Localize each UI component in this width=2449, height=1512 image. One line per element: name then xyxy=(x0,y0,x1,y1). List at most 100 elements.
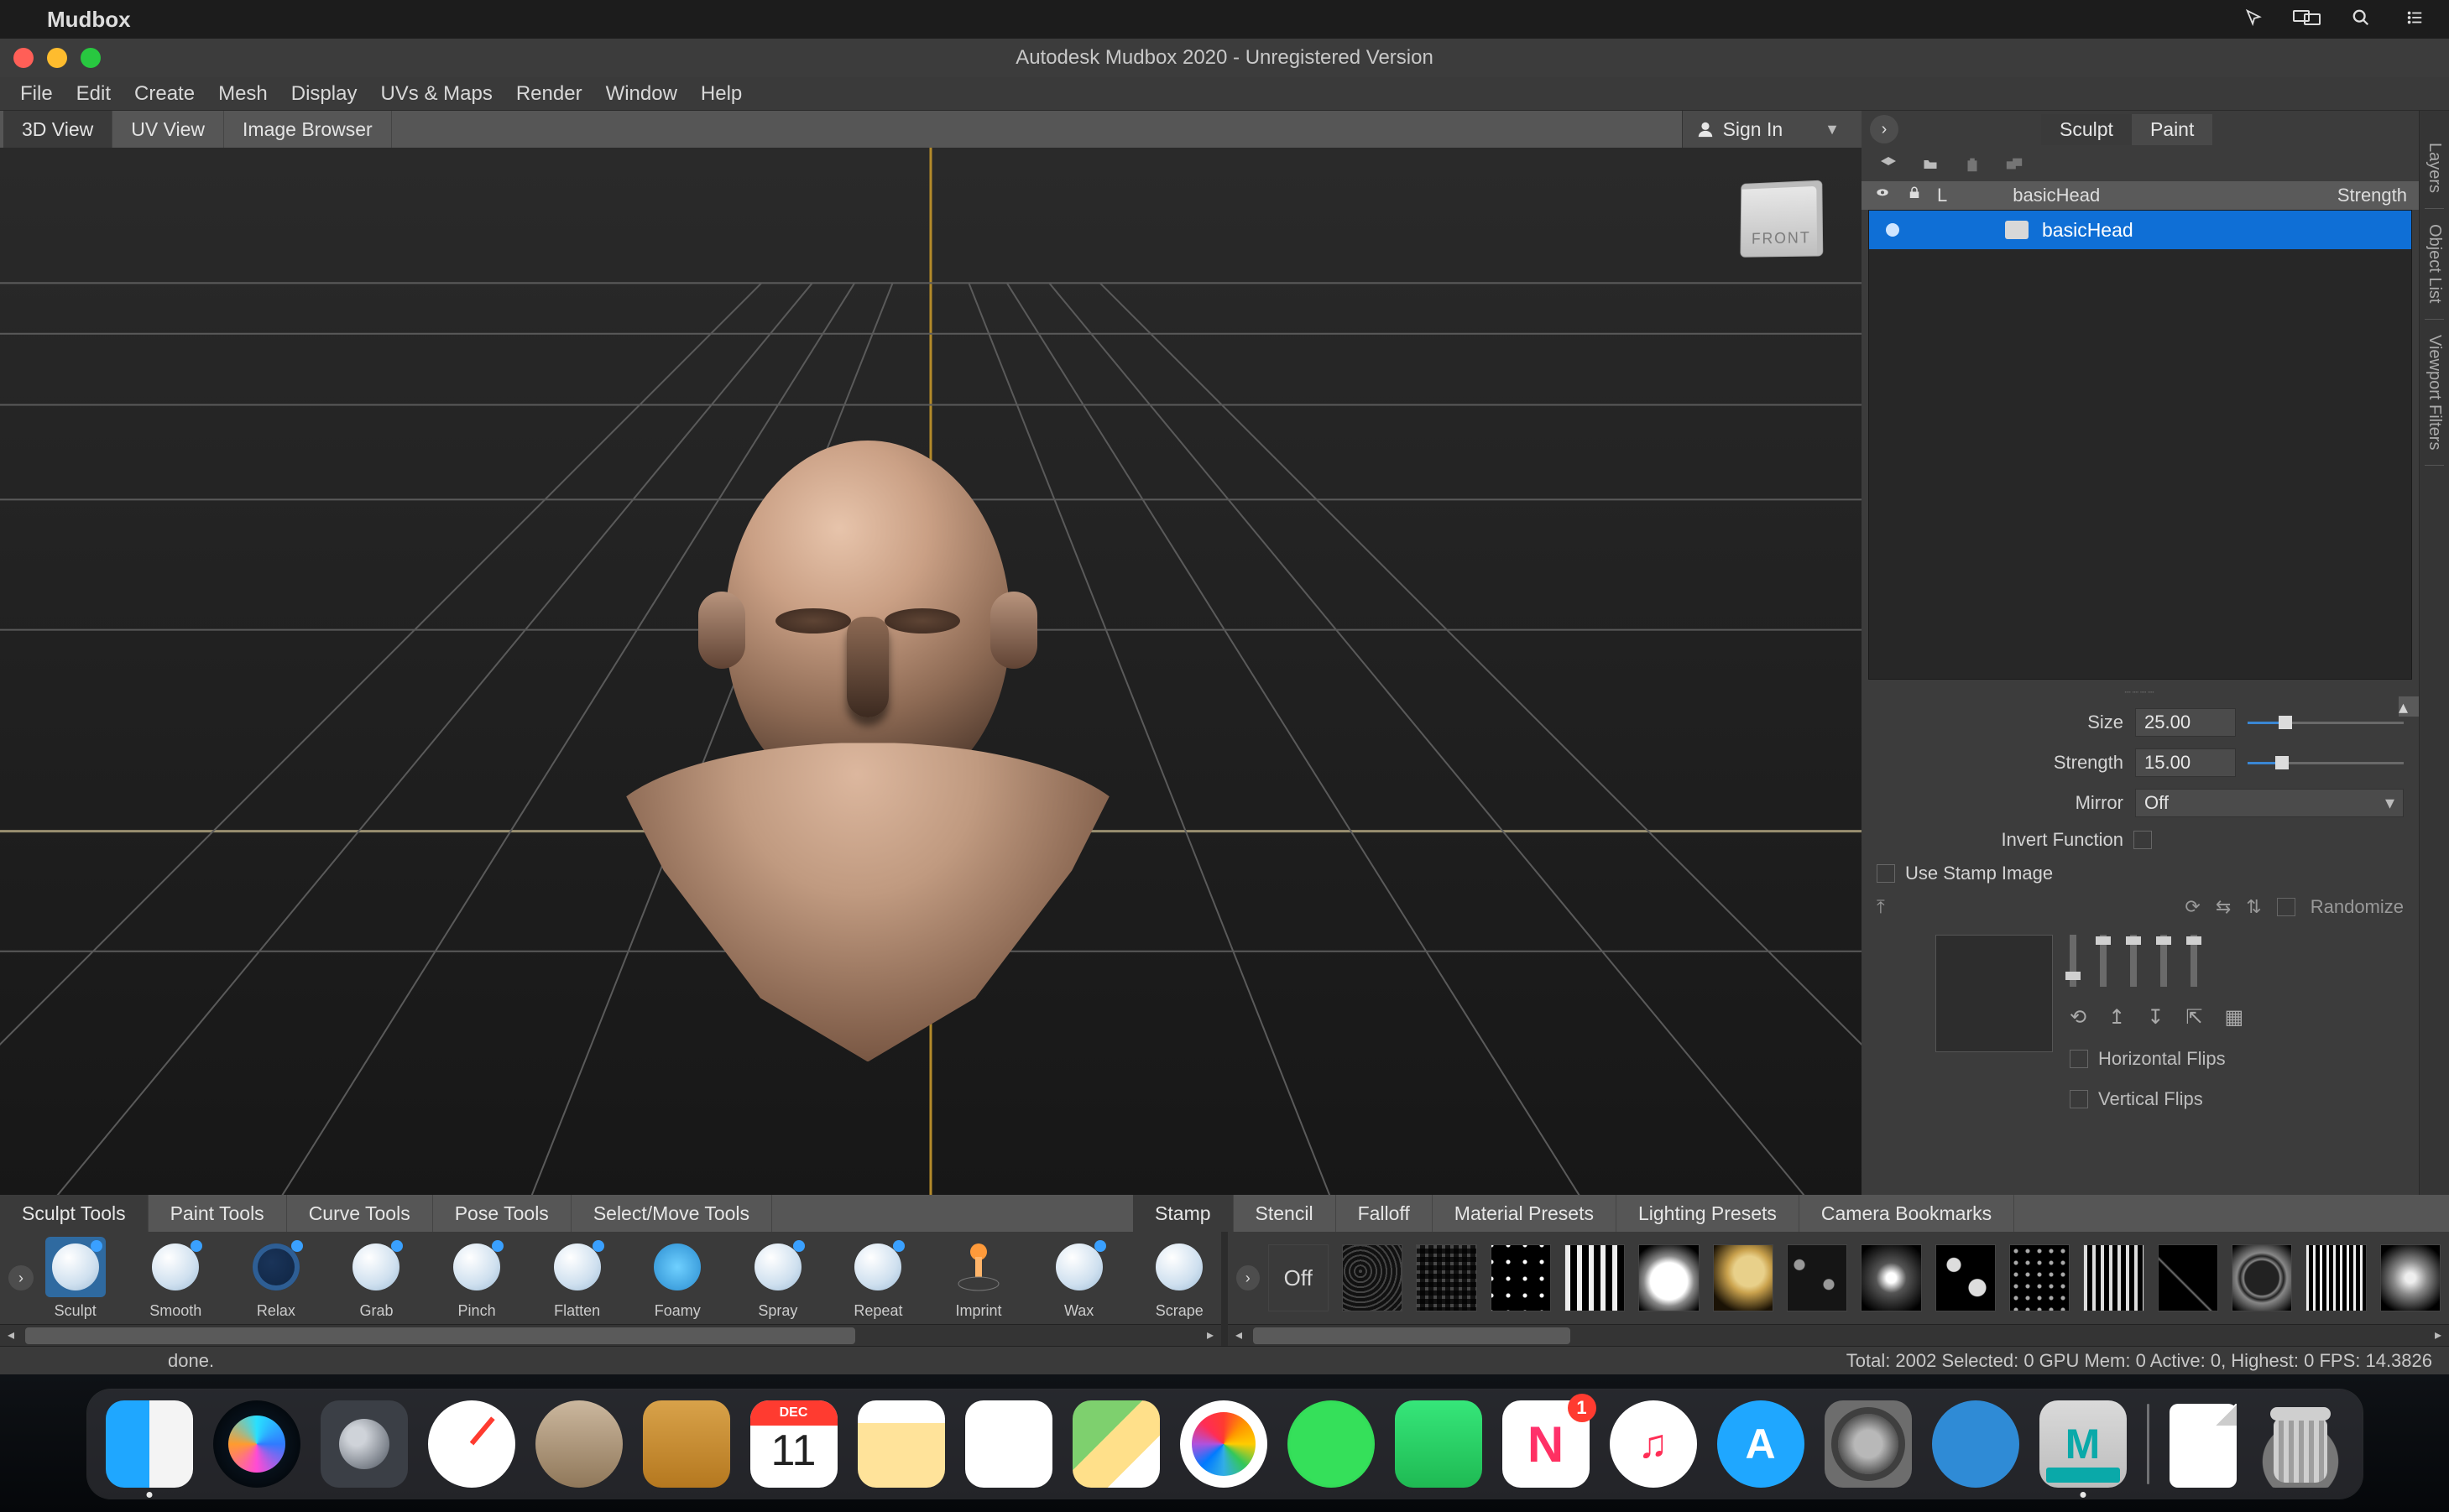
spotlight-icon[interactable] xyxy=(2347,6,2375,33)
stamp-vlines2[interactable] xyxy=(2305,1244,2366,1311)
export-icon[interactable]: ⇱ xyxy=(2185,1005,2202,1030)
stamp-spots[interactable] xyxy=(1935,1244,1996,1311)
menu-uvs-maps[interactable]: UVs & Maps xyxy=(380,82,492,106)
open-folder-icon[interactable] xyxy=(1919,154,1942,175)
size-slider[interactable] xyxy=(2248,714,2404,731)
tab-stamp[interactable]: Stamp xyxy=(1133,1195,1233,1232)
displays-icon[interactable] xyxy=(2293,6,2321,33)
stamp-grid[interactable] xyxy=(1416,1244,1476,1311)
layer-list[interactable]: basicHead xyxy=(1868,210,2412,680)
cursor-icon[interactable] xyxy=(2239,6,2268,33)
tool-sculpt[interactable]: Sculpt xyxy=(42,1237,109,1320)
tool-relax[interactable]: Relax xyxy=(243,1237,310,1320)
sidestrip-object-list[interactable]: Object List xyxy=(2425,209,2444,319)
tab-paint[interactable]: Paint xyxy=(2132,114,2212,145)
stamp-burst[interactable] xyxy=(2380,1244,2441,1311)
dock-calendar[interactable]: DEC11 xyxy=(750,1400,838,1488)
tool-flatten[interactable]: Flatten xyxy=(544,1237,611,1320)
invert-function-checkbox[interactable] xyxy=(2133,831,2152,849)
merge-layer-icon[interactable] xyxy=(2003,154,2026,175)
tab-sculpt-tools[interactable]: Sculpt Tools xyxy=(0,1195,149,1232)
stamp-vlines[interactable] xyxy=(2083,1244,2144,1311)
menu-create[interactable]: Create xyxy=(134,82,195,106)
menu-window[interactable]: Window xyxy=(606,82,677,106)
layer-visibility-dot[interactable] xyxy=(1886,223,1899,237)
dock-app-store[interactable] xyxy=(1717,1400,1804,1488)
dock-photos[interactable] xyxy=(1180,1400,1267,1488)
mesh-basic-head[interactable] xyxy=(725,441,1136,1061)
new-layer-icon[interactable] xyxy=(1877,154,1900,175)
stamp-stripes[interactable] xyxy=(1564,1244,1625,1311)
dock-finder[interactable] xyxy=(106,1400,193,1488)
dock-trash[interactable] xyxy=(2257,1400,2344,1488)
viewport-3d[interactable]: FRONT xyxy=(0,148,1862,1195)
stamp-flare[interactable] xyxy=(1861,1244,1921,1311)
menu-file[interactable]: File xyxy=(20,82,53,106)
sidestrip-layers[interactable]: Layers xyxy=(2425,128,2444,209)
panel-expand-button[interactable]: › xyxy=(1870,115,1898,143)
tool-grab[interactable]: Grab xyxy=(343,1237,410,1320)
stamp-strip-scroll-left[interactable]: › xyxy=(1236,1265,1260,1290)
dock-mail[interactable] xyxy=(535,1400,623,1488)
menu-help[interactable]: Help xyxy=(701,82,742,106)
tool-smooth[interactable]: Smooth xyxy=(142,1237,209,1320)
stamp-strip-scrollbar[interactable]: ◂▸ xyxy=(1228,1324,2449,1346)
control-center-icon[interactable] xyxy=(2400,6,2429,33)
sign-in-button[interactable]: Sign In ▼ xyxy=(1682,111,1862,148)
stamp-flip-h-icon[interactable]: ⇆ xyxy=(2216,896,2231,918)
tool-scrape[interactable]: Scrape xyxy=(1146,1237,1213,1320)
panel-resize-grip[interactable]: ┈┈┈┈ xyxy=(1862,686,2419,696)
stamp-star[interactable] xyxy=(1491,1244,1551,1311)
menubar-app-name[interactable]: Mudbox xyxy=(47,7,131,33)
tab-select-move-tools[interactable]: Select/Move Tools xyxy=(572,1195,772,1232)
tab-image-browser[interactable]: Image Browser xyxy=(224,111,392,148)
mirror-select[interactable]: Off xyxy=(2135,789,2404,817)
stamp-cloud[interactable] xyxy=(1638,1244,1699,1311)
use-stamp-checkbox[interactable] xyxy=(1877,864,1895,883)
dock-maps[interactable] xyxy=(1073,1400,1160,1488)
stamp-flip-v-icon[interactable]: ⇅ xyxy=(2246,896,2261,918)
tab-sculpt[interactable]: Sculpt xyxy=(2041,114,2132,145)
tool-spray[interactable]: Spray xyxy=(744,1237,812,1320)
dock-itunes[interactable] xyxy=(1610,1400,1697,1488)
stamp-cells[interactable] xyxy=(1787,1244,1847,1311)
stamp-dots[interactable] xyxy=(2009,1244,2070,1311)
dock-messages[interactable] xyxy=(1287,1400,1375,1488)
dock-news[interactable]: 1 xyxy=(1502,1400,1590,1488)
dock-launchpad[interactable] xyxy=(321,1400,408,1488)
stamp-preview[interactable] xyxy=(1935,935,2053,1052)
tab-paint-tools[interactable]: Paint Tools xyxy=(149,1195,287,1232)
stamp-refresh-icon[interactable]: ⟳ xyxy=(2185,896,2200,918)
tab-material-presets[interactable]: Material Presets xyxy=(1433,1195,1616,1232)
stamp-off[interactable]: Off xyxy=(1268,1244,1329,1311)
stamp-swirl[interactable] xyxy=(2232,1244,2292,1311)
tab-curve-tools[interactable]: Curve Tools xyxy=(287,1195,433,1232)
sidestrip-viewport-filters[interactable]: Viewport Filters xyxy=(2425,320,2444,466)
sculpt-strip-scrollbar[interactable]: ◂▸ xyxy=(0,1324,1221,1346)
vflip-checkbox[interactable] xyxy=(2070,1090,2088,1108)
hflip-checkbox[interactable] xyxy=(2070,1050,2088,1068)
strength-slider[interactable] xyxy=(2248,754,2404,771)
layer-row[interactable]: basicHead xyxy=(1869,211,2411,249)
tab-falloff[interactable]: Falloff xyxy=(1336,1195,1433,1232)
tool-wax[interactable]: Wax xyxy=(1046,1237,1113,1320)
tab-camera-bookmarks[interactable]: Camera Bookmarks xyxy=(1799,1195,2014,1232)
falloff-sliders[interactable] xyxy=(2070,935,2243,987)
stamp-scratch[interactable] xyxy=(2158,1244,2218,1311)
dock-document[interactable] xyxy=(2170,1404,2237,1488)
tab-pose-tools[interactable]: Pose Tools xyxy=(433,1195,572,1232)
menu-render[interactable]: Render xyxy=(516,82,582,106)
up-arrow-icon[interactable]: ↥ xyxy=(2108,1005,2125,1030)
tool-repeat[interactable]: Repeat xyxy=(845,1237,912,1320)
rotate-icon[interactable]: ⟲ xyxy=(2070,1005,2086,1030)
dock-facetime[interactable] xyxy=(1395,1400,1482,1488)
tool-pinch[interactable]: Pinch xyxy=(443,1237,510,1320)
tab-3d-view[interactable]: 3D View xyxy=(3,111,112,148)
size-input[interactable]: 25.00 xyxy=(2135,708,2236,737)
stamp-cloud-warm[interactable] xyxy=(1713,1244,1773,1311)
minimize-window-button[interactable] xyxy=(47,48,67,68)
view-cube[interactable]: FRONT xyxy=(1740,180,1823,258)
down-arrow-icon[interactable]: ↧ xyxy=(2147,1005,2164,1030)
close-window-button[interactable] xyxy=(13,48,34,68)
menu-display[interactable]: Display xyxy=(291,82,358,106)
